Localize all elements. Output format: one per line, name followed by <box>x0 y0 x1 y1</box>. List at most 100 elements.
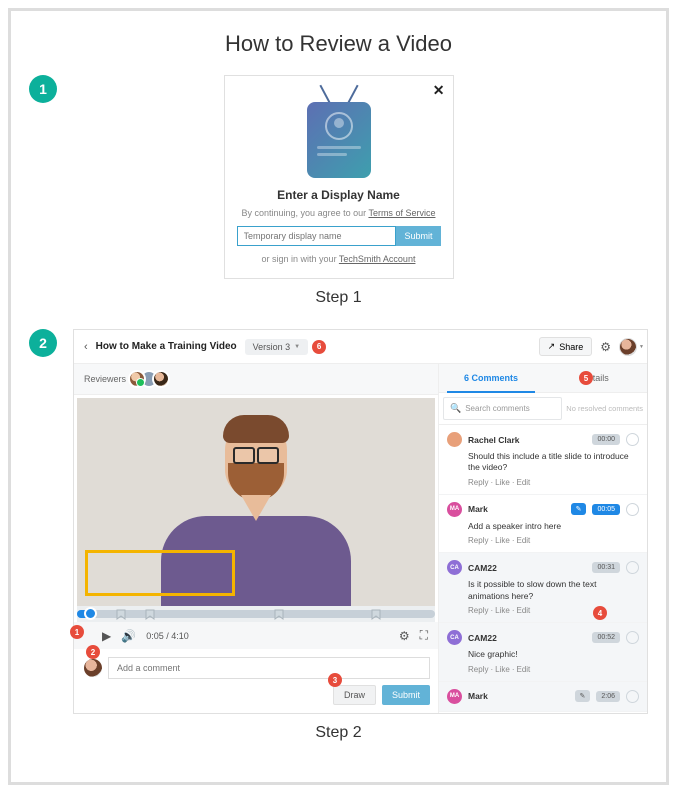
video-title: How to Make a Training Video <box>96 341 237 352</box>
avatar: CA <box>447 630 462 645</box>
edit-link[interactable]: Edit <box>516 536 530 545</box>
scrub-bar[interactable] <box>77 606 435 622</box>
timestamp-pill[interactable]: 00:52 <box>592 632 620 643</box>
timestamp-pill[interactable]: 00:00 <box>592 434 620 445</box>
video-controls: 1 ▶ 🔊 0:05 / 4:10 ⚙ ⛶ <box>74 622 438 649</box>
edit-link[interactable]: Edit <box>516 665 530 674</box>
reviewers-label: Reviewers <box>84 374 126 384</box>
comment-body: Add a speaker intro here <box>468 521 639 532</box>
submit-comment-button[interactable]: Submit <box>382 685 430 705</box>
comment-item[interactable]: MAMark✎ 2:06 <box>439 682 647 712</box>
settings-icon[interactable]: ⚙ <box>399 629 410 643</box>
modal-title: Enter a Display Name <box>237 188 441 202</box>
badge-illustration <box>301 88 377 178</box>
comment-actions: Reply·Like·Edit <box>468 665 639 674</box>
commenter-name: Rachel Clark <box>468 435 586 445</box>
comment-item[interactable]: Rachel Clark 00:00 Should this include a … <box>439 425 647 495</box>
like-link[interactable]: Like <box>495 665 510 674</box>
close-icon[interactable]: ✕ <box>433 82 445 99</box>
reviewer-avatars[interactable] <box>134 370 170 388</box>
play-icon[interactable]: ▶ <box>102 629 111 643</box>
commenter-name: Mark <box>468 504 565 514</box>
avatar: CA <box>447 560 462 575</box>
timestamp-pill[interactable]: 00:05 <box>592 504 620 515</box>
topbar: ‹ How to Make a Training Video Version 3… <box>74 330 647 364</box>
display-name-input[interactable] <box>237 226 397 246</box>
commenter-name: Mark <box>468 691 569 701</box>
comments-list: Rachel Clark 00:00 Should this include a … <box>439 425 647 713</box>
resolve-toggle[interactable] <box>626 433 639 446</box>
terms-link[interactable]: Terms of Service <box>368 208 435 218</box>
user-avatar-menu[interactable] <box>619 338 637 356</box>
comment-body: Is it possible to slow down the text ani… <box>468 579 639 602</box>
resolve-toggle[interactable] <box>626 631 639 644</box>
marker-icon[interactable] <box>145 609 155 619</box>
marker-icon[interactable] <box>274 609 284 619</box>
callout-6: 6 <box>312 340 326 354</box>
draw-indicator-pill: ✎ <box>571 503 587 515</box>
callout-3: 3 <box>328 673 342 687</box>
avatar[interactable] <box>152 370 170 388</box>
tab-comments[interactable]: 6 Comments <box>439 364 543 392</box>
search-comments-input[interactable]: 🔍 Search comments <box>443 397 562 420</box>
fullscreen-icon[interactable]: ⛶ <box>420 628 428 643</box>
reply-link[interactable]: Reply <box>468 665 488 674</box>
draw-button[interactable]: Draw <box>333 685 376 705</box>
comment-body: Nice graphic! <box>468 649 639 660</box>
annotation-rectangle[interactable] <box>85 550 235 596</box>
commenter-name: CAM22 <box>468 633 586 643</box>
reply-link[interactable]: Reply <box>468 606 488 615</box>
comment-body: Should this include a title slide to int… <box>468 451 639 474</box>
edit-link[interactable]: Edit <box>516 606 530 615</box>
step2-badge: 2 <box>29 329 57 357</box>
comment-item[interactable]: MA Mark ✎ 00:05 Add a speaker intro here Re… <box>439 495 647 553</box>
like-link[interactable]: Like <box>495 606 510 615</box>
like-link[interactable]: Like <box>495 536 510 545</box>
search-row: 🔍 Search comments No resolved comments <box>439 393 647 425</box>
callout-2: 2 <box>86 645 100 659</box>
resolve-toggle[interactable] <box>626 561 639 574</box>
account-link[interactable]: TechSmith Account <box>339 254 416 264</box>
version-dropdown[interactable]: Version 3 <box>245 339 308 355</box>
review-app: ‹ How to Make a Training Video Version 3… <box>73 329 648 714</box>
callout-1: 1 <box>70 625 84 639</box>
tab-details[interactable]: Details <box>543 364 647 392</box>
edit-link[interactable]: Edit <box>516 478 530 487</box>
avatar: MA <box>447 502 462 517</box>
avatar <box>447 432 462 447</box>
comment-item[interactable]: CA CAM22 00:52 Nice graphic! Reply·Like·Edi… <box>439 623 647 681</box>
reply-link[interactable]: Reply <box>468 478 488 487</box>
callout-4: 4 <box>593 606 607 620</box>
back-icon[interactable]: ‹ <box>84 341 88 353</box>
like-link[interactable]: Like <box>495 478 510 487</box>
current-user-avatar <box>84 659 102 677</box>
draw-indicator-pill: ✎ <box>575 690 591 702</box>
avatar[interactable] <box>128 370 146 388</box>
timestamp-pill[interactable]: 00:31 <box>592 562 620 573</box>
gear-icon[interactable]: ⚙ <box>600 340 611 354</box>
video-preview[interactable] <box>77 398 435 606</box>
comment-item[interactable]: CA CAM22 00:31 Is it possible to slow down… <box>439 553 647 623</box>
step1-row: 1 ✕ Enter a Display Name By continuing, … <box>29 75 648 279</box>
add-comment-input[interactable] <box>108 657 430 679</box>
resolve-toggle[interactable] <box>626 503 639 516</box>
resolve-toggle[interactable] <box>626 690 639 703</box>
timestamp-pill[interactable]: 2:06 <box>596 691 620 702</box>
marker-icon[interactable] <box>371 609 381 619</box>
submit-button[interactable]: Submit <box>396 226 440 246</box>
commenter-name: CAM22 <box>468 563 586 573</box>
callout-5: 5 <box>579 371 593 385</box>
reviewers-bar: Reviewers <box>74 364 438 395</box>
sidebar-tabs: 6 Comments 5 Details <box>439 364 647 393</box>
display-name-modal: ✕ Enter a Display Name By continuing, yo… <box>224 75 454 279</box>
volume-icon[interactable]: 🔊 <box>121 629 136 643</box>
time-display: 0:05 / 4:10 <box>146 631 189 641</box>
marker-icon[interactable] <box>116 609 126 619</box>
comment-actions: 3 Draw Submit <box>74 685 438 713</box>
playhead[interactable] <box>84 607 97 620</box>
right-pane: 6 Comments 5 Details 🔍 Search comments N… <box>439 364 647 713</box>
reply-link[interactable]: Reply <box>468 536 488 545</box>
search-icon: 🔍 <box>450 403 461 414</box>
no-resolved-text: No resolved comments <box>566 404 647 413</box>
share-button[interactable]: ↗ Share <box>539 337 593 356</box>
